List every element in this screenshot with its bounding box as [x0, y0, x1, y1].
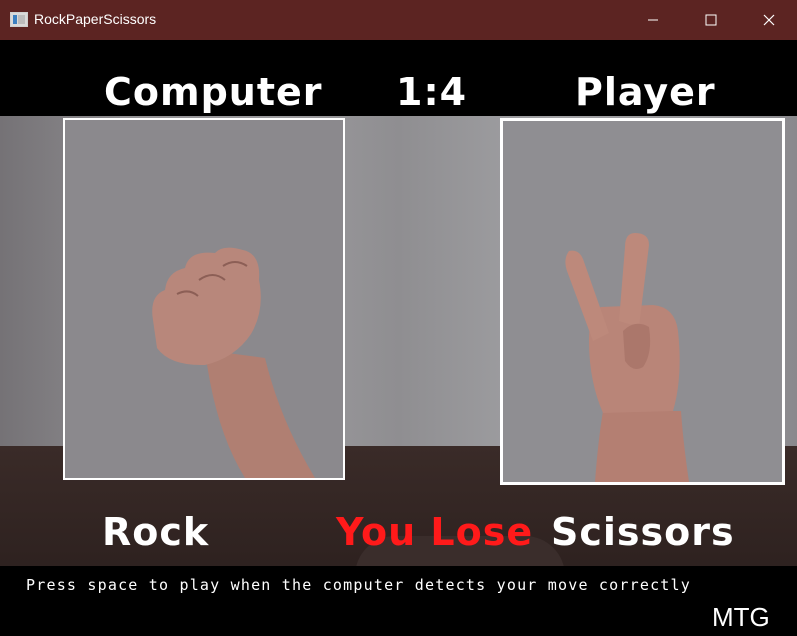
computer-hand-box — [63, 118, 345, 480]
close-icon — [763, 14, 775, 26]
app-window: RockPaperScissors Computer 1:4 Player Ro… — [0, 0, 797, 636]
instructions-text: Press space to play when the computer de… — [26, 576, 691, 594]
close-button[interactable] — [746, 0, 792, 40]
player-hand-box — [500, 118, 785, 485]
round-result-label: You Lose — [336, 510, 534, 554]
fist-image — [65, 120, 343, 478]
title-bar[interactable]: RockPaperScissors — [0, 0, 797, 40]
computer-move-label: Rock — [102, 510, 210, 554]
maximize-icon — [705, 14, 717, 26]
app-icon — [10, 12, 28, 27]
window-title: RockPaperScissors — [34, 11, 157, 27]
watermark-text: MTG — [712, 602, 770, 632]
minimize-icon — [648, 19, 658, 21]
player-label: Player — [575, 70, 716, 114]
scissors-hand-image — [503, 121, 782, 482]
minimize-button[interactable] — [630, 0, 676, 40]
player-move-label: Scissors — [551, 510, 735, 554]
maximize-button[interactable] — [688, 0, 734, 40]
score-display: 1:4 — [396, 70, 468, 114]
computer-label: Computer — [104, 70, 323, 114]
game-canvas: Computer 1:4 Player Rock You Lose Scisso… — [0, 40, 797, 636]
